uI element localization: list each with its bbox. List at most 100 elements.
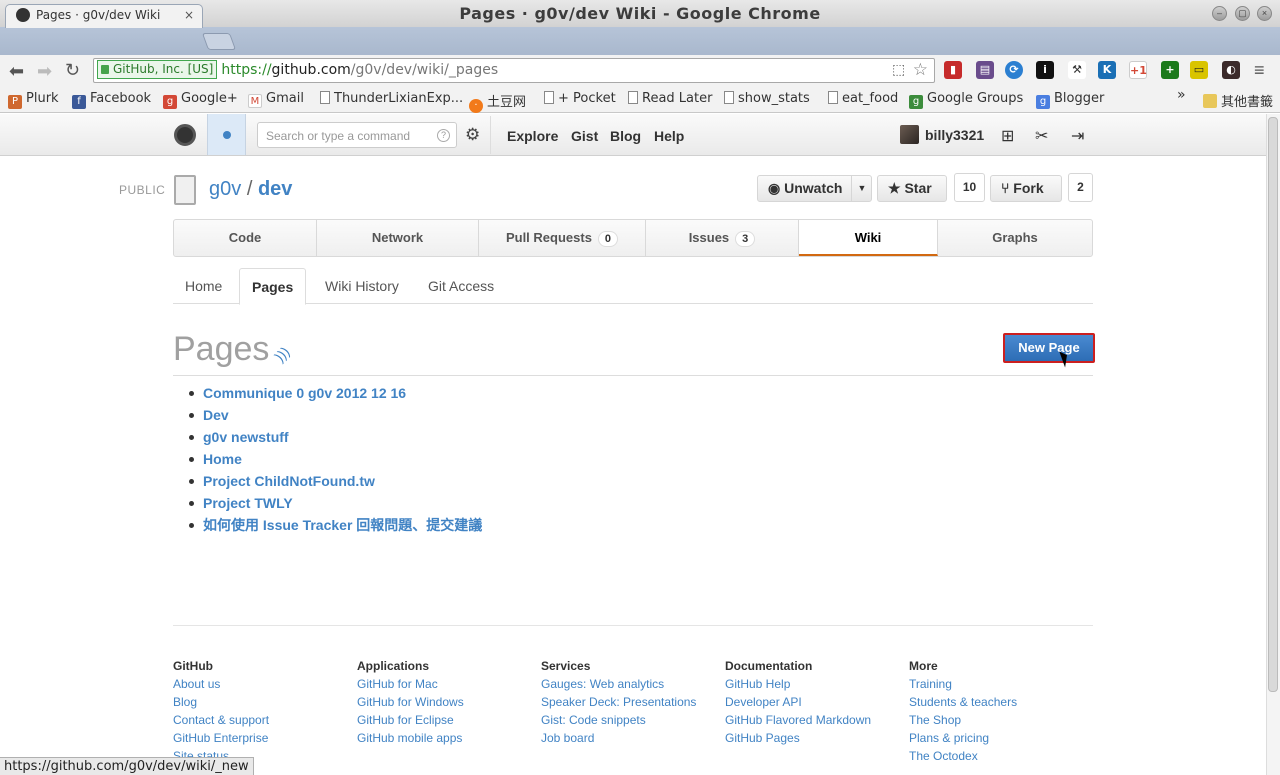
address-bar[interactable]: GitHub, Inc. [US] https://github.com/g0v/…: [93, 58, 935, 83]
unwatch-button[interactable]: ◉ Unwatch ▼: [757, 175, 872, 202]
new-tab-button[interactable]: [201, 33, 237, 50]
extension-sync-icon[interactable]: ⟳: [1005, 61, 1023, 79]
repo-name-link[interactable]: dev: [258, 178, 292, 200]
footer-link[interactable]: Plans & pricing: [909, 729, 1017, 747]
list-item[interactable]: Project ChildNotFound.tw: [188, 470, 482, 492]
bookmark-google-plus[interactable]: g Google+: [163, 91, 238, 109]
sign-out-icon[interactable]: ⇥: [1071, 126, 1084, 146]
reload-icon[interactable]: ↻: [65, 61, 80, 79]
avatar[interactable]: [900, 125, 919, 144]
extension-tool-icon[interactable]: ⚒: [1068, 61, 1086, 79]
bookmark-thunder[interactable]: ThunderLixianExp...: [320, 91, 463, 106]
footer-link[interactable]: The Shop: [909, 711, 1017, 729]
extension-k-icon[interactable]: K: [1098, 61, 1116, 79]
back-icon[interactable]: ⬅: [9, 62, 24, 80]
list-item[interactable]: Project TWLY: [188, 492, 482, 514]
chrome-menu-icon[interactable]: ≡: [1254, 60, 1265, 81]
footer-link[interactable]: GitHub Help: [725, 675, 871, 693]
create-repo-icon[interactable]: ⊞: [1001, 126, 1014, 146]
footer-link[interactable]: GitHub for Mac: [357, 675, 464, 693]
close-window-icon[interactable]: ×: [1257, 6, 1272, 21]
watch-dropdown-caret-icon[interactable]: ▼: [851, 176, 872, 201]
bookmark-gmail[interactable]: M Gmail: [248, 91, 304, 108]
nav-blog[interactable]: Blog: [610, 128, 641, 144]
tab-graphs[interactable]: Graphs: [938, 220, 1092, 256]
footer-link[interactable]: The Octodex: [909, 747, 1017, 765]
nav-help[interactable]: Help: [654, 128, 684, 144]
star-count[interactable]: 10: [954, 173, 985, 202]
footer-link[interactable]: GitHub Flavored Markdown: [725, 711, 871, 729]
maximize-icon[interactable]: ▢: [1235, 6, 1250, 21]
forward-icon[interactable]: ➡: [37, 62, 52, 80]
extension-mail-counter-icon[interactable]: ▤: [976, 61, 994, 79]
extension-usb-icon[interactable]: ▭: [1190, 61, 1208, 79]
wiki-tab-history[interactable]: Wiki History: [313, 268, 411, 304]
footer-link[interactable]: GitHub Enterprise: [173, 729, 269, 747]
bookmark-tudou[interactable]: · 土豆网: [469, 91, 526, 113]
tab-close-icon[interactable]: ×: [184, 8, 194, 22]
bookmark-star-icon[interactable]: ☆: [913, 59, 928, 82]
footer-link[interactable]: Training: [909, 675, 1017, 693]
footer-link[interactable]: GitHub mobile apps: [357, 729, 464, 747]
bookmark-blogger[interactable]: g Blogger: [1036, 91, 1104, 109]
list-item[interactable]: g0v newstuff: [188, 426, 482, 448]
minimize-icon[interactable]: –: [1212, 6, 1227, 21]
footer-link[interactable]: Gist: Code snippets: [541, 711, 696, 729]
extension-plusone-icon[interactable]: +1: [1129, 61, 1147, 79]
bookmark-pocket[interactable]: + Pocket: [544, 91, 616, 106]
username-link[interactable]: billy3321: [925, 127, 984, 143]
scrollbar-thumb[interactable]: [1268, 117, 1278, 692]
footer-link[interactable]: GitHub Pages: [725, 729, 871, 747]
nav-explore[interactable]: Explore: [507, 128, 558, 144]
extension-info-icon[interactable]: i: [1036, 61, 1054, 79]
bookmark-plurk[interactable]: P Plurk: [8, 91, 59, 109]
other-bookmarks[interactable]: 其他書籤: [1203, 91, 1273, 110]
footer-link[interactable]: About us: [173, 675, 269, 693]
list-item[interactable]: Home: [188, 448, 482, 470]
footer-link[interactable]: Contact & support: [173, 711, 269, 729]
list-item[interactable]: 如何使用 Issue Tracker 回報問題、提交建議: [188, 514, 482, 536]
tab-wiki[interactable]: Wiki: [799, 220, 938, 256]
page-action-icon[interactable]: ⬚: [892, 61, 905, 78]
bookmark-show-stats[interactable]: show_stats: [724, 91, 810, 106]
bookmark-google-groups[interactable]: g Google Groups: [909, 91, 1023, 109]
bookmark-facebook[interactable]: f Facebook: [72, 91, 151, 109]
tab-issues[interactable]: Issues 3: [646, 220, 799, 256]
bookmark-eat-food[interactable]: eat_food: [828, 91, 898, 106]
nav-gist[interactable]: Gist: [571, 128, 598, 144]
extension-bookmark-icon[interactable]: ▮: [944, 61, 962, 79]
notifications-button[interactable]: [207, 114, 246, 155]
fork-button[interactable]: ⑂ Fork: [990, 175, 1062, 202]
ev-certificate-badge[interactable]: GitHub, Inc. [US]: [97, 60, 218, 79]
octocat-logo-icon[interactable]: [174, 124, 196, 146]
account-settings-icon[interactable]: ✂: [1035, 126, 1048, 146]
fork-count[interactable]: 2: [1068, 173, 1093, 202]
repo-owner-link[interactable]: g0v: [209, 178, 241, 200]
wiki-tab-home[interactable]: Home: [173, 268, 234, 304]
footer-link[interactable]: GitHub for Windows: [357, 693, 464, 711]
tab-network[interactable]: Network: [317, 220, 479, 256]
footer-link[interactable]: Blog: [173, 693, 269, 711]
new-page-button[interactable]: New Page: [1003, 333, 1095, 363]
search-help-icon[interactable]: ?: [437, 129, 450, 142]
wiki-tab-pages[interactable]: Pages: [239, 268, 307, 305]
tab-pull-requests[interactable]: Pull Requests 0: [479, 220, 646, 256]
star-button[interactable]: ★ Star: [877, 175, 947, 202]
search-input[interactable]: Search or type a command ?: [257, 122, 457, 148]
tab-code[interactable]: Code: [174, 220, 317, 256]
bookmarks-overflow-icon[interactable]: »: [1177, 87, 1186, 103]
bookmark-read-later[interactable]: Read Later: [628, 91, 712, 106]
extension-plus-icon[interactable]: +: [1161, 61, 1179, 79]
wiki-tab-git-access[interactable]: Git Access: [416, 268, 506, 304]
browser-tab[interactable]: Pages · g0v/dev Wiki ×: [5, 4, 203, 28]
list-item[interactable]: Communique 0 g0v 2012 12 16: [188, 382, 482, 404]
rss-feed-icon[interactable]: ))): [271, 343, 292, 364]
extension-avatar-icon[interactable]: ◐: [1222, 61, 1240, 79]
command-bar-settings-icon[interactable]: ⚙: [465, 125, 480, 145]
footer-link[interactable]: Speaker Deck: Presentations: [541, 693, 696, 711]
footer-link[interactable]: Developer API: [725, 693, 871, 711]
footer-link[interactable]: Gauges: Web analytics: [541, 675, 696, 693]
list-item[interactable]: Dev: [188, 404, 482, 426]
footer-link[interactable]: GitHub for Eclipse: [357, 711, 464, 729]
footer-link[interactable]: Job board: [541, 729, 696, 747]
